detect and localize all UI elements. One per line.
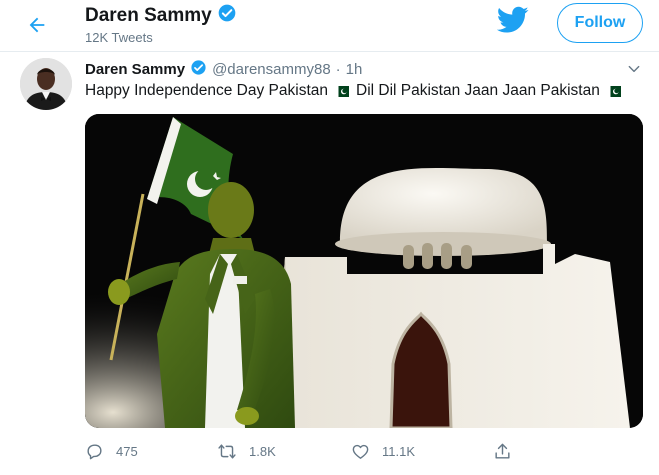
- tweet-actions: 475 1.8K 11.1K: [85, 438, 525, 466]
- reply-icon: [87, 443, 102, 459]
- back-button[interactable]: [20, 8, 54, 42]
- header-title: Daren Sammy: [85, 3, 237, 28]
- tweet-photo[interactable]: [85, 114, 643, 428]
- reply-button[interactable]: 475: [85, 438, 138, 464]
- pakistan-flag-emoji: [335, 85, 349, 97]
- like-button[interactable]: 11.1K: [351, 438, 415, 464]
- retweet-button[interactable]: 1.8K: [217, 438, 276, 464]
- chevron-down-icon[interactable]: [627, 62, 641, 81]
- heart-icon: [352, 444, 369, 459]
- tweet-handle[interactable]: @darensammy88: [212, 61, 331, 78]
- header-name: Daren Sammy: [85, 4, 212, 26]
- profile-header: Daren Sammy 12K Tweets Follow: [0, 0, 659, 52]
- avatar[interactable]: [20, 58, 72, 110]
- verified-badge-icon: [217, 3, 237, 28]
- like-count: 11.1K: [382, 443, 416, 459]
- verified-badge-icon: [190, 59, 207, 80]
- tweet-text: Happy Independence Day Pakistan Dil Dil …: [85, 82, 628, 100]
- share-icon: [495, 443, 510, 459]
- tweet-text-part2: Dil Dil Pakistan Jaan Jaan Pakistan: [356, 82, 600, 99]
- retweet-icon: [218, 443, 236, 459]
- retweet-count: 1.8K: [249, 443, 276, 459]
- arrow-left-icon: [29, 17, 45, 33]
- twitter-bird-icon[interactable]: [496, 6, 529, 39]
- reply-count: 475: [116, 443, 138, 459]
- tweet-timestamp[interactable]: 1h: [346, 61, 363, 78]
- tweet-text-part1: Happy Independence Day Pakistan: [85, 82, 328, 99]
- share-button[interactable]: [493, 438, 524, 464]
- tweet-count: 12K Tweets: [85, 30, 153, 45]
- pakistan-flag-emoji: [606, 85, 621, 97]
- follow-button[interactable]: Follow: [557, 3, 643, 43]
- tweet-header: Daren Sammy @darensammy88 · 1h: [85, 58, 362, 80]
- tweet-author-name[interactable]: Daren Sammy: [85, 61, 185, 78]
- separator-dot: ·: [335, 60, 341, 78]
